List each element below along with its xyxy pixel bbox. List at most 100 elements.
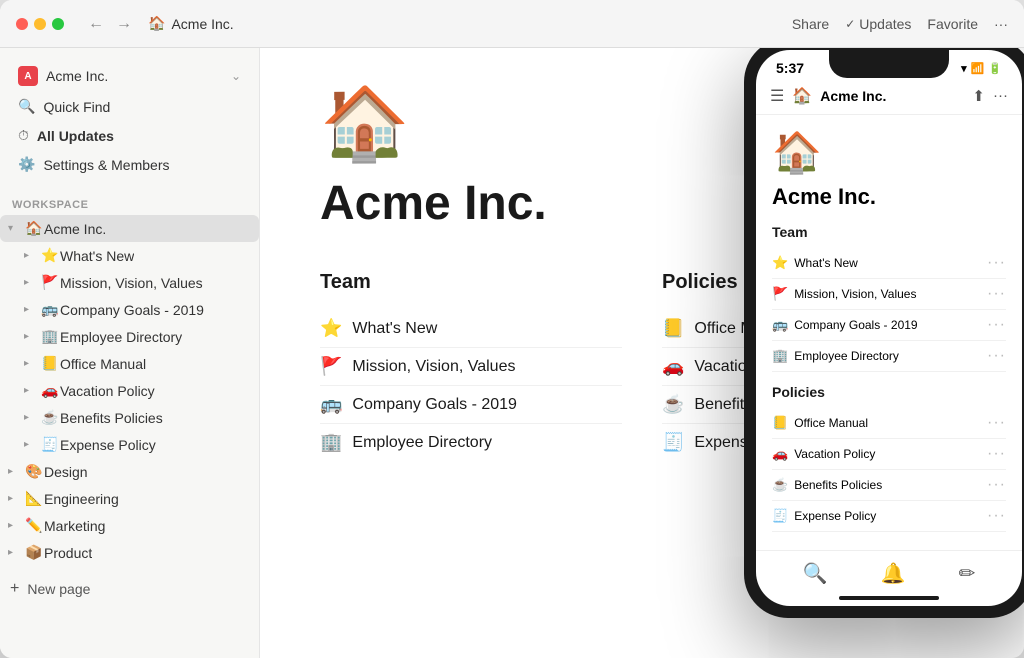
- phone-expense-dots[interactable]: ···: [987, 507, 1006, 525]
- phone-goals-text: Company Goals - 2019: [794, 318, 917, 332]
- phone-team-title: Team: [772, 224, 1006, 240]
- expand-arrow-marketing: ▸: [8, 520, 24, 531]
- maximize-button[interactable]: [52, 18, 64, 30]
- titlebar: ← → 🏠 Acme Inc. Share ✓ Updates Favorite…: [0, 0, 1024, 48]
- list-item-goals[interactable]: 🚌 Company Goals - 2019: [320, 386, 622, 424]
- sidebar-item-expense[interactable]: ▸ 🧾 Expense Policy: [0, 431, 259, 458]
- sidebar-item-engineering[interactable]: ▸ 📐 Engineering: [0, 485, 259, 512]
- list-item-whats-new[interactable]: ⭐ What's New: [320, 310, 622, 348]
- list-item-mission[interactable]: 🚩 Mission, Vision, Values: [320, 348, 622, 386]
- battery-icon: 🔋: [988, 62, 1002, 75]
- goals-icon: 🚌: [320, 394, 342, 415]
- phone-emp-dots[interactable]: ···: [987, 347, 1006, 365]
- phone-mission-left: 🚩 Mission, Vision, Values: [772, 286, 916, 302]
- phone-list-expense[interactable]: 🧾 Expense Policy ···: [772, 501, 1006, 532]
- new-page-button[interactable]: + New page: [0, 574, 259, 604]
- phone-bottom-bar: 🔍 🔔 ✏: [756, 550, 1022, 596]
- sidebar-item-benefits[interactable]: ▸ ☕ Benefits Policies: [0, 404, 259, 431]
- phone-status-icons: ▾ 📶 🔋: [961, 62, 1002, 75]
- sidebar-item-design[interactable]: ▸ 🎨 Design: [0, 458, 259, 485]
- sidebar-item-mission[interactable]: ▸ 🚩 Mission, Vision, Values: [0, 269, 259, 296]
- favorite-button[interactable]: Favorite: [927, 16, 978, 32]
- workspace-section-label: WORKSPACE: [0, 187, 259, 215]
- quick-find-label: Quick Find: [43, 99, 110, 115]
- phone-mission-dots[interactable]: ···: [987, 285, 1006, 303]
- phone-list-emp-dir[interactable]: 🏢 Employee Directory ···: [772, 341, 1006, 372]
- sidebar-item-product[interactable]: ▸ 📦 Product: [0, 539, 259, 566]
- sidebar-item-company-goals[interactable]: ▸ 🚌 Company Goals - 2019: [0, 296, 259, 323]
- forward-button[interactable]: →: [112, 13, 136, 35]
- building-icon: 🏢: [40, 328, 60, 345]
- sidebar-item-whats-new[interactable]: ▸ ⭐ What's New: [0, 242, 259, 269]
- phone-hamburger-icon[interactable]: ☰: [770, 86, 784, 106]
- phone-list-mission[interactable]: 🚩 Mission, Vision, Values ···: [772, 279, 1006, 310]
- phone-list-goals[interactable]: 🚌 Company Goals - 2019 ···: [772, 310, 1006, 341]
- sidebar-item-marketing[interactable]: ▸ ✏️ Marketing: [0, 512, 259, 539]
- phone-list-office[interactable]: 📒 Office Manual ···: [772, 408, 1006, 439]
- more-button[interactable]: ···: [994, 16, 1008, 32]
- expand-arrow-acme: ▾: [8, 223, 24, 234]
- share-button[interactable]: Share: [792, 16, 829, 32]
- phone-mission-text: Mission, Vision, Values: [794, 287, 916, 301]
- expense-label: Expense Policy: [60, 437, 156, 453]
- engineering-label: Engineering: [44, 491, 119, 507]
- back-button[interactable]: ←: [84, 13, 108, 35]
- expand-arrow-benefits: ▸: [24, 412, 40, 423]
- phone-page-title: Acme Inc.: [772, 184, 1006, 210]
- phone-office-dots[interactable]: ···: [987, 414, 1006, 432]
- wifi-icon: ▾: [961, 62, 967, 75]
- phone-goals-dots[interactable]: ···: [987, 316, 1006, 334]
- breadcrumb-title: Acme Inc.: [171, 16, 233, 32]
- sidebar-item-vacation[interactable]: ▸ 🚗 Vacation Policy: [0, 377, 259, 404]
- page-content: 🏠 Acme Inc. Team ⭐ What's New 🚩 Mission,…: [260, 48, 1024, 658]
- app-window: ← → 🏠 Acme Inc. Share ✓ Updates Favorite…: [0, 0, 1024, 658]
- list-item-emp-dir[interactable]: 🏢 Employee Directory: [320, 424, 622, 461]
- office-icon: 📒: [662, 318, 684, 339]
- workspace-header[interactable]: A Acme Inc. ⌄: [8, 60, 251, 92]
- phone-search-bottom-icon[interactable]: 🔍: [803, 561, 828, 586]
- phone-car-icon: 🚗: [772, 446, 788, 462]
- phone-emp-left: 🏢 Employee Directory: [772, 348, 899, 364]
- phone-goals-left: 🚌 Company Goals - 2019: [772, 317, 918, 333]
- phone-vacation-dots[interactable]: ···: [987, 445, 1006, 463]
- sidebar-item-employee-dir[interactable]: ▸ 🏢 Employee Directory: [0, 323, 259, 350]
- phone-bell-icon[interactable]: 🔔: [881, 561, 906, 586]
- expand-arrow-expense: ▸: [24, 439, 40, 450]
- whats-new-icon: ⭐: [320, 318, 342, 339]
- phone-compose-icon[interactable]: ✏: [959, 561, 976, 586]
- sidebar-item-acme-root[interactable]: ▾ 🏠 Acme Inc.: [0, 215, 259, 242]
- team-section-title: Team: [320, 271, 622, 294]
- phone-item-dots[interactable]: ···: [987, 254, 1006, 272]
- phone-more-icon[interactable]: ···: [993, 87, 1008, 105]
- phone-office-left: 📒 Office Manual: [772, 415, 868, 431]
- expand-arrow-whats-new: ▸: [24, 250, 40, 261]
- sidebar-item-office-manual[interactable]: ▸ 📒 Office Manual: [0, 350, 259, 377]
- sidebar-item-all-updates[interactable]: ⏱ All Updates: [8, 121, 251, 150]
- star-icon: ⭐: [40, 247, 60, 264]
- phone-benefits-dots[interactable]: ···: [987, 476, 1006, 494]
- phone-star-icon: ⭐: [772, 255, 788, 271]
- settings-label: Settings & Members: [43, 157, 169, 173]
- phone-building-icon: 🏢: [772, 348, 788, 364]
- breadcrumb: 🏠 Acme Inc.: [148, 15, 234, 32]
- ruler-icon: 📐: [24, 490, 44, 507]
- expand-arrow-vacation: ▸: [24, 385, 40, 396]
- phone-bus-icon: 🚌: [772, 317, 788, 333]
- minimize-button[interactable]: [34, 18, 46, 30]
- phone-office-text: Office Manual: [794, 416, 868, 430]
- nav-buttons: ← →: [84, 13, 136, 35]
- sidebar-item-quick-find[interactable]: 🔍 Quick Find: [8, 92, 251, 121]
- updates-button[interactable]: ✓ Updates: [845, 16, 911, 32]
- benefits-icon: ☕: [662, 394, 684, 415]
- phone-share-icon[interactable]: ⬆: [972, 87, 985, 105]
- sidebar-item-settings[interactable]: ⚙️ Settings & Members: [8, 150, 251, 179]
- palette-icon: 🎨: [24, 463, 44, 480]
- phone-list-vacation[interactable]: 🚗 Vacation Policy ···: [772, 439, 1006, 470]
- phone-nav-page-icon: 🏠: [792, 86, 812, 106]
- close-button[interactable]: [16, 18, 28, 30]
- office-manual-label: Office Manual: [60, 356, 146, 372]
- phone-receipt-icon: 🧾: [772, 508, 788, 524]
- phone-list-whats-new[interactable]: ⭐ What's New ···: [772, 248, 1006, 279]
- phone-list-benefits[interactable]: ☕ Benefits Policies ···: [772, 470, 1006, 501]
- team-section: Team ⭐ What's New 🚩 Mission, Vision, Val…: [320, 271, 622, 461]
